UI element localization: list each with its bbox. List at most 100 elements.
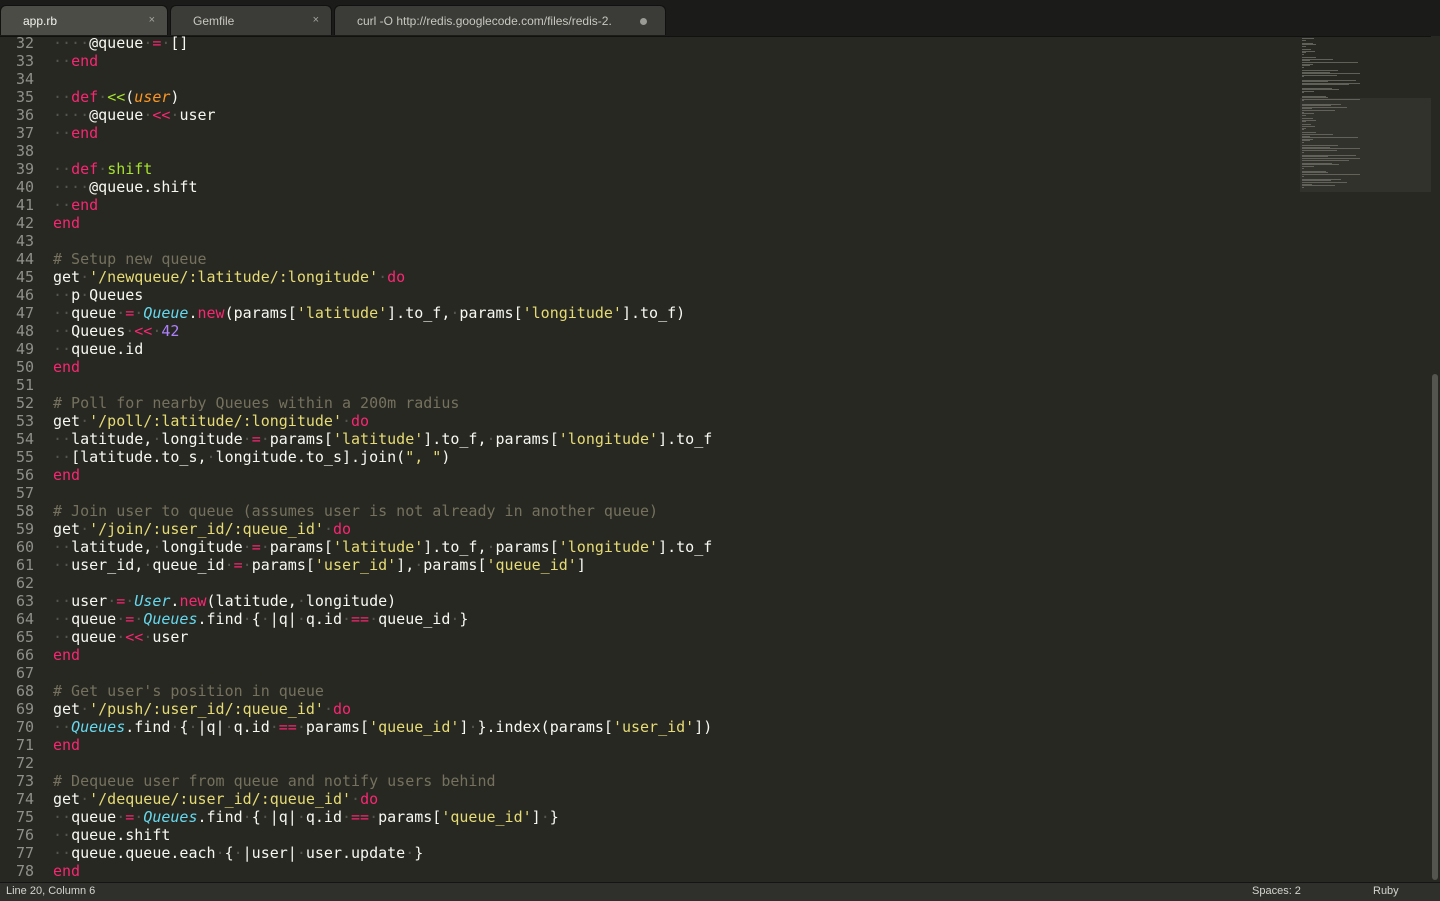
code-line[interactable]: 35 ··def·<<(user) (0, 88, 712, 106)
code-text: ··end (53, 196, 99, 214)
minimap-line (1302, 159, 1350, 161)
code-editor[interactable]: 32 ····@queue·=·[] 33 ··end 34 35 ··def·<<(use… (0, 36, 1432, 882)
close-icon[interactable]: × (313, 14, 319, 26)
code-line[interactable]: 39 ··def·shift (0, 160, 712, 178)
line-number: 67 (15, 664, 34, 682)
code-text: end (53, 358, 81, 376)
minimap-line (1302, 129, 1305, 131)
code-line[interactable]: 65 ··queue·<<·user (0, 628, 712, 646)
code-line[interactable]: 75 ··queue·=·Queues.find·{·|q|·q.id·==·pa… (0, 808, 712, 826)
code-line[interactable]: 41 ··end (0, 196, 712, 214)
code-text: ··queue·=·Queue.new(params['latitude'].t… (53, 304, 686, 322)
line-number: 60 (15, 538, 34, 556)
code-line[interactable]: 48 ··Queues·<<·42 (0, 322, 712, 340)
code-line[interactable]: 58 # Join user to queue (assumes user is … (0, 502, 712, 520)
code-line[interactable]: 34 (0, 70, 712, 88)
tab-label: app.rb (23, 13, 58, 28)
code-line[interactable]: 67 (0, 664, 712, 682)
code-line[interactable]: 63 ··user·=·User.new(latitude,·longitude) (0, 592, 712, 610)
code-line[interactable]: 66 end (0, 646, 712, 664)
code-line[interactable]: 43 (0, 232, 712, 250)
tab-curl[interactable]: curl -O http://redis.googlecode.com/file… (334, 5, 666, 35)
code-line[interactable]: 74 get·'/dequeue/:user_id/:queue_id'·do (0, 790, 712, 808)
code-line[interactable]: 45 get·'/newqueue/:latitude/:longitude'·d… (0, 268, 712, 286)
code-line[interactable]: 54 ··latitude,·longitude·=·params['latitu… (0, 430, 712, 448)
line-number: 34 (15, 70, 34, 88)
code-line[interactable]: 52 # Poll for nearby Queues within a 200m… (0, 394, 712, 412)
code-line[interactable]: 53 get·'/poll/:latitude/:longitude'·do (0, 412, 712, 430)
minimap-line (1302, 174, 1361, 175)
tab-gemfile[interactable]: Gemfile × (170, 5, 332, 35)
minimap[interactable] (1300, 36, 1440, 196)
code-line[interactable]: 56 end (0, 466, 712, 484)
code-text: end (53, 862, 81, 880)
line-number: 61 (15, 556, 34, 574)
code-line[interactable]: 49 ··queue.id (0, 340, 712, 358)
code-line[interactable]: 40 ····@queue.shift (0, 178, 712, 196)
code-line[interactable]: 71 end (0, 736, 712, 754)
code-line[interactable]: 36 ····@queue·<<·user (0, 106, 712, 124)
code-line[interactable]: 73 # Dequeue user from queue and notify u… (0, 772, 712, 790)
minimap-line (1302, 84, 1350, 86)
code-line[interactable]: 51 (0, 376, 712, 394)
code-line[interactable]: 76 ··queue.shift (0, 826, 712, 844)
line-number: 71 (15, 736, 34, 754)
code-text: ··queue.shift (53, 826, 171, 844)
unsaved-dot-icon[interactable] (640, 18, 647, 25)
code-text: # Poll for nearby Queues within a 200m r… (53, 394, 460, 412)
minimap-line (1302, 39, 1306, 41)
code-line[interactable]: 69 get·'/push/:user_id/:queue_id'·do (0, 700, 712, 718)
minimap-line (1302, 100, 1305, 102)
code-line[interactable]: 78 end (0, 862, 712, 880)
code-text: ··def·<<(user) (53, 88, 180, 106)
line-number: 68 (15, 682, 34, 700)
code-line[interactable]: 32 ····@queue·=·[] (0, 36, 712, 52)
line-number: 44 (15, 250, 34, 268)
code-text: ··queue.queue.each·{·|user|·user.update·… (53, 844, 424, 862)
code-line[interactable]: 44 # Setup new queue (0, 250, 712, 268)
vertical-scrollbar[interactable] (1431, 36, 1440, 882)
code-line[interactable]: 70 ··Queues.find·{·|q|·q.id·==·params['qu… (0, 718, 712, 736)
code-text: ··Queues.find·{·|q|·q.id·==·params['queu… (53, 718, 713, 736)
code-line[interactable]: 37 ··end (0, 124, 712, 142)
code-line[interactable]: 55 ··[latitude.to_s,·longitude.to_s].join… (0, 448, 712, 466)
tab-app-rb[interactable]: app.rb × (0, 5, 168, 35)
code-line[interactable]: 33 ··end (0, 52, 712, 70)
code-line[interactable]: 46 ··p·Queues (0, 286, 712, 304)
code-line[interactable]: 59 get·'/join/:user_id/:queue_id'·do (0, 520, 712, 538)
code-text: get·'/push/:user_id/:queue_id'·do (53, 700, 352, 718)
line-number: 52 (15, 394, 34, 412)
scrollbar-thumb[interactable] (1432, 374, 1438, 880)
code-text: ····@queue·=·[] (53, 36, 189, 52)
code-text: ····@queue·<<·user (53, 106, 216, 124)
code-line[interactable]: 68 # Get user's position in queue (0, 682, 712, 700)
minimap-line (1302, 186, 1305, 188)
code-line[interactable]: 62 (0, 574, 712, 592)
code-line[interactable]: 50 end (0, 358, 712, 376)
code-line[interactable]: 72 (0, 754, 712, 772)
code-line[interactable]: 61 ··user_id,·queue_id·=·params['user_id'… (0, 556, 712, 574)
code-text: ··end (53, 52, 99, 70)
line-number: 35 (15, 88, 34, 106)
line-number: 65 (15, 628, 34, 646)
line-number: 33 (15, 52, 34, 70)
line-number: 58 (15, 502, 34, 520)
code-line[interactable]: 64 ··queue·=·Queues.find·{·|q|·q.id·==·qu… (0, 610, 712, 628)
line-number: 49 (15, 340, 34, 358)
code-text: ··queue.id (53, 340, 144, 358)
code-line[interactable]: 57 (0, 484, 712, 502)
code-line[interactable]: 47 ··queue·=·Queue.new(params['latitude']… (0, 304, 712, 322)
minimap-line (1302, 66, 1305, 68)
code-text: ··queue·=·Queues.find·{·|q|·q.id·==·para… (53, 808, 559, 826)
code-line[interactable]: 38 (0, 142, 712, 160)
syntax-selector[interactable]: Ruby (1373, 885, 1399, 897)
code-text: ··user_id,·queue_id·=·params['user_id'],… (53, 556, 586, 574)
code-line[interactable]: 77 ··queue.queue.each·{·|user|·user.updat… (0, 844, 712, 862)
line-number: 63 (15, 592, 34, 610)
code-line[interactable]: 60 ··latitude,·longitude·=·params['latitu… (0, 538, 712, 556)
line-number: 74 (15, 790, 34, 808)
close-icon[interactable]: × (149, 14, 155, 26)
indentation-setting[interactable]: Spaces: 2 (1252, 885, 1301, 897)
minimap-line (1302, 175, 1305, 177)
code-line[interactable]: 42 end (0, 214, 712, 232)
